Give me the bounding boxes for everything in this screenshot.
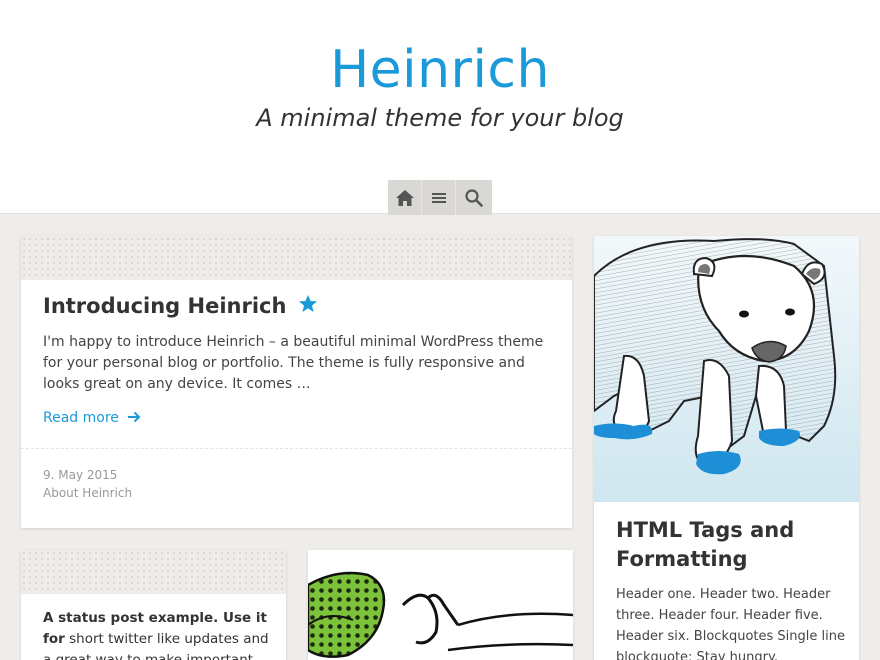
site-tagline: A minimal theme for your blog <box>256 104 624 132</box>
arrow-right-icon <box>128 411 141 423</box>
menu-icon <box>431 192 446 203</box>
polar-bear-image <box>594 238 837 475</box>
post-meta-divider <box>21 448 572 449</box>
status-post-rest: short twitter like updates and a great w… <box>43 631 269 660</box>
post-title[interactable]: HTML Tags and Formatting <box>616 516 846 574</box>
post-card-featured: Introducing Heinrich I'm happy to introd… <box>21 236 572 528</box>
post-excerpt: Header one. Header two. Header three. He… <box>616 587 845 660</box>
post-title-text[interactable]: Introducing Heinrich <box>43 294 286 318</box>
home-icon <box>395 189 414 206</box>
leaf-illustration[interactable] <box>308 550 573 660</box>
site-title[interactable]: Heinrich <box>0 40 880 100</box>
menu-button[interactable] <box>422 180 456 215</box>
read-more-label: Read more <box>43 410 119 426</box>
home-button[interactable] <box>388 180 422 215</box>
search-icon <box>465 188 483 207</box>
site-header: Heinrich A minimal theme for your blog <box>0 0 880 215</box>
search-button[interactable] <box>456 180 492 215</box>
post-title[interactable]: Introducing Heinrich <box>43 294 318 318</box>
main-nav <box>388 180 492 215</box>
post-card-status: A status post example. Use it for short … <box>21 550 286 660</box>
star-icon <box>298 295 317 312</box>
polar-bear-illustration[interactable] <box>594 236 859 502</box>
status-post-text: A status post example. Use it for short … <box>43 608 273 660</box>
post-card-image <box>308 550 573 660</box>
post-header-pattern <box>21 236 572 280</box>
post-date[interactable]: 9. May 2015 <box>43 468 117 482</box>
read-more-link[interactable]: Read more <box>43 410 141 426</box>
post-category[interactable]: About Heinrich <box>43 486 132 500</box>
post-card-html-tags: HTML Tags and Formatting Header one. Hea… <box>594 236 859 660</box>
post-header-pattern <box>21 550 286 594</box>
post-excerpt: I'm happy to introduce Heinrich – a beau… <box>43 334 544 392</box>
